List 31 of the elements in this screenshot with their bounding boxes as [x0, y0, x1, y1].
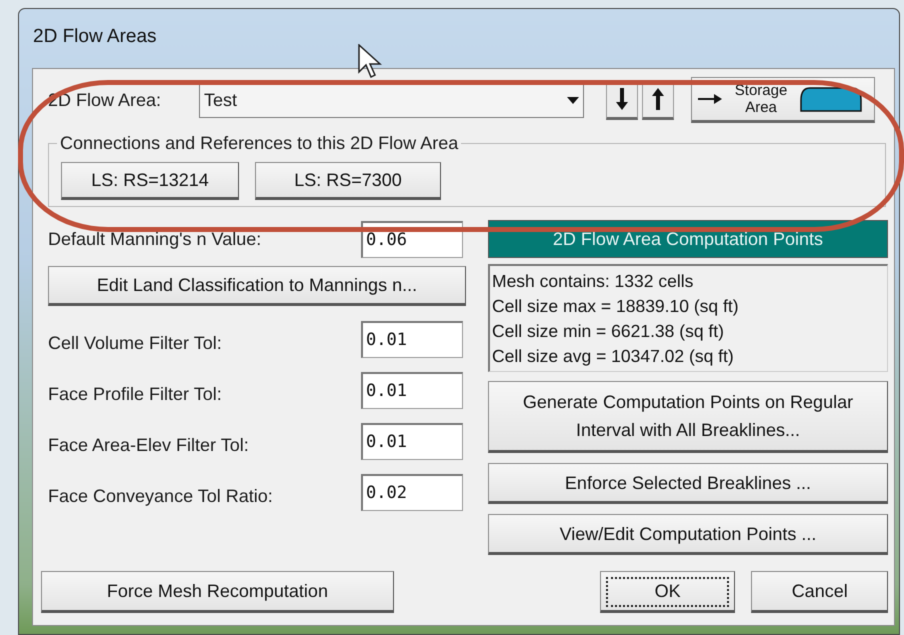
input-field[interactable]: 0.01 — [361, 422, 463, 460]
storage-area-icon — [800, 86, 862, 112]
connection-button[interactable]: LS: RS=7300 — [255, 162, 441, 200]
edit-land-button[interactable]: Edit Land Classification to Mannings n... — [48, 266, 466, 306]
field-label: Face Area-Elev Filter Tol: — [48, 434, 249, 456]
computation-button[interactable]: Enforce Selected Breaklines ... — [488, 463, 888, 504]
info-text: Mesh contains: 1332 cells — [492, 270, 694, 293]
field-label: Cell Volume Filter Tol: — [48, 332, 222, 354]
down-arrow-icon — [616, 88, 628, 110]
dialog-button[interactable]: Cancel — [751, 571, 888, 613]
up-arrow-icon — [652, 88, 664, 110]
field-label: Face Profile Filter Tol: — [48, 384, 222, 404]
group-title: Connections and References to this 2D Flow Area — [59, 133, 460, 154]
mouse-cursor-icon — [358, 44, 384, 80]
field-label: Face Conveyance Tol Ratio: — [48, 486, 273, 506]
dialog-button[interactable]: OK — [600, 571, 736, 613]
input-field[interactable]: 0.01 — [361, 320, 463, 358]
connection-button[interactable]: LS: RS=13214 — [61, 162, 239, 200]
info-text: Cell size avg = 10347.02 (sq ft) — [492, 345, 735, 368]
field-label: Default Manning's n Value: — [48, 228, 262, 250]
dropdown-caret-icon — [567, 96, 580, 104]
window-title: 2D Flow Areas — [33, 26, 157, 48]
input-field[interactable]: 0.01 — [361, 372, 463, 408]
area-dropdown[interactable]: Test — [199, 82, 584, 118]
computation-button[interactable]: Generate Computation Points on Regular Interval with All Breaklines... — [488, 381, 888, 453]
computation-button[interactable]: View/Edit Computation Points ... — [488, 514, 888, 555]
info-text: Cell size max = 18839.10 (sq ft) — [492, 295, 740, 318]
info-text: Cell size min = 6621.38 (sq ft) — [492, 320, 725, 343]
force-mesh-button[interactable]: Force Mesh Recomputation — [41, 571, 394, 613]
arrow-icon — [698, 93, 722, 105]
input-field[interactable]: 0.02 — [361, 474, 463, 510]
